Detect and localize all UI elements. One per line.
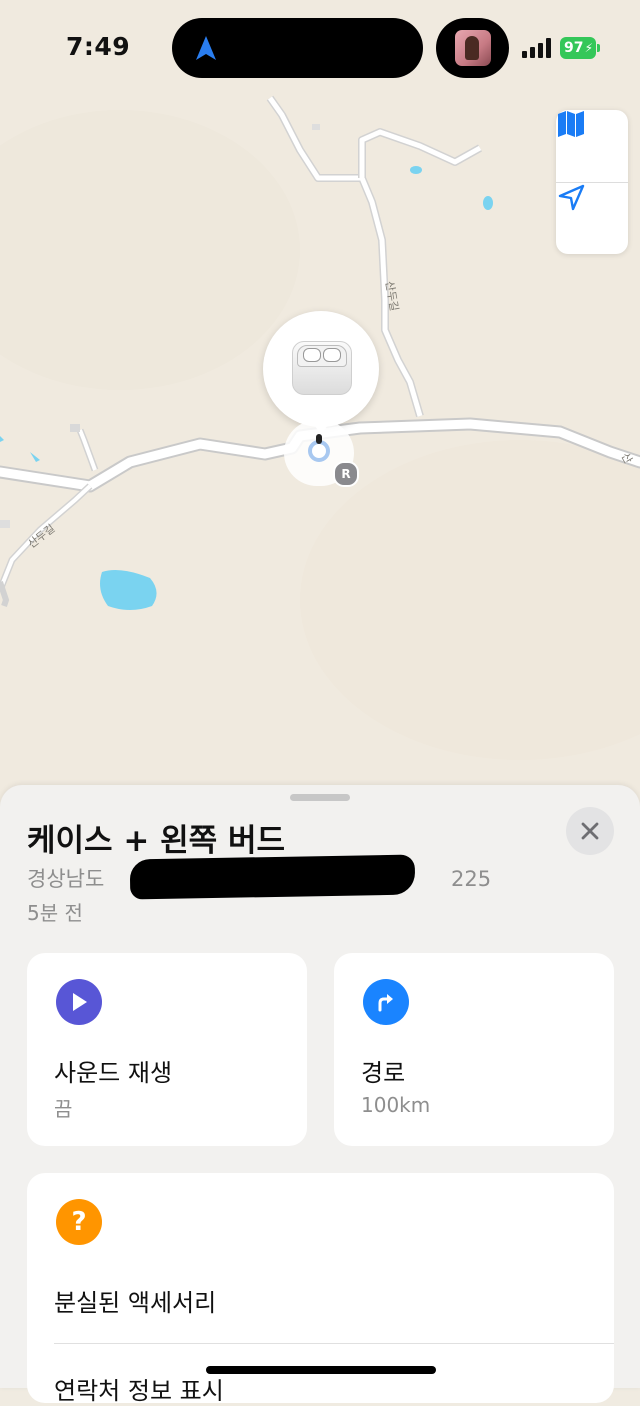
divider	[54, 1343, 614, 1344]
last-seen-time: 5분 전	[27, 901, 83, 925]
question-icon: ?	[56, 1199, 102, 1245]
show-contact-info-label[interactable]: 연락처 정보 표시	[54, 1371, 224, 1406]
dynamic-island-media[interactable]	[436, 18, 509, 78]
item-title: 케이스 + 왼쪽 버드	[27, 823, 285, 859]
airpods-pin[interactable]	[263, 311, 379, 427]
lost-accessory-label[interactable]: 분실된 액세서리	[54, 1283, 216, 1318]
sheet-grabber[interactable]	[290, 794, 350, 801]
address-start: 경상남도	[27, 867, 111, 891]
signal-icon	[522, 38, 551, 58]
item-detail-sheet: 케이스 + 왼쪽 버드 경상남도 225 5분 전 사운드 재생 끔 경로 10…	[0, 785, 640, 1405]
map-view[interactable]: 산두길 산두길 산 R	[0, 0, 640, 800]
map-icon	[558, 111, 584, 137]
redaction-mark	[129, 854, 416, 900]
turn-right-arrow-icon	[363, 979, 409, 1025]
dynamic-island[interactable]	[172, 18, 423, 78]
directions-card[interactable]: 경로 100km	[334, 953, 614, 1146]
map-controls	[556, 110, 628, 254]
map-mode-button[interactable]	[556, 110, 628, 182]
battery-level: 97	[564, 40, 584, 56]
status-time: 7:49	[66, 32, 131, 61]
play-sound-label: 사운드 재생	[54, 1059, 173, 1087]
play-sound-card[interactable]: 사운드 재생 끔	[27, 953, 307, 1146]
directions-label: 경로	[361, 1059, 406, 1087]
media-thumbnail	[455, 30, 491, 66]
battery-indicator: 97 ⚡	[560, 37, 596, 59]
directions-distance: 100km	[361, 1093, 431, 1117]
status-bar: 7:49 97 ⚡	[0, 0, 640, 95]
close-button[interactable]	[566, 807, 614, 855]
play-icon	[56, 979, 102, 1025]
play-sound-status: 끔	[54, 1097, 73, 1121]
airpods-case-icon	[292, 341, 352, 395]
locate-button[interactable]	[556, 183, 628, 255]
location-arrow-icon	[558, 184, 585, 211]
navigation-arrow-icon	[196, 36, 216, 60]
charging-bolt-icon: ⚡	[584, 41, 593, 55]
close-icon	[581, 822, 599, 840]
home-indicator[interactable]	[206, 1366, 436, 1374]
address-end: 225	[450, 867, 492, 891]
right-bud-badge: R	[333, 461, 359, 487]
